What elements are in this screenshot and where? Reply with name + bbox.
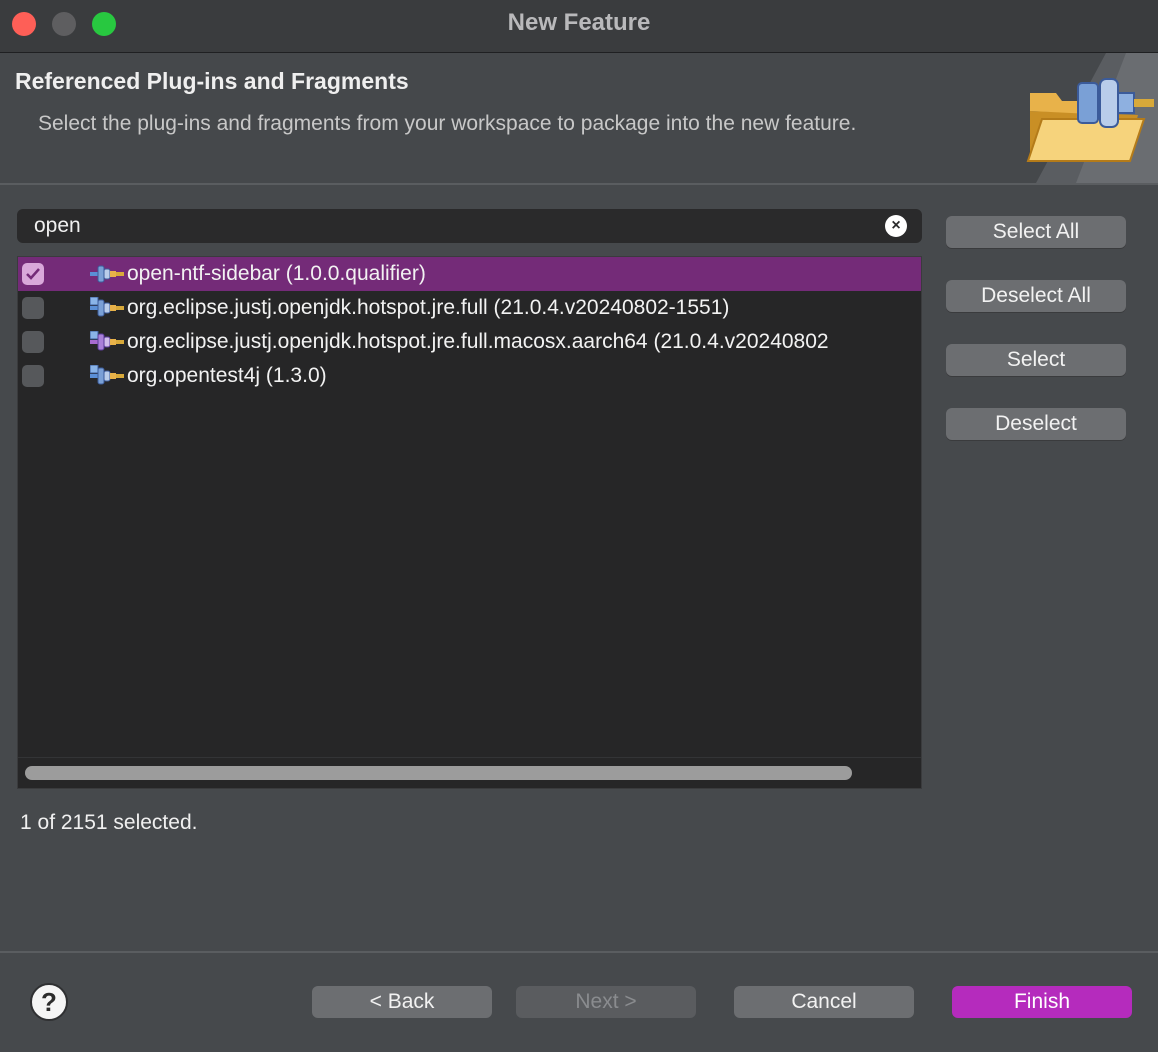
plugin-jar-icon [90, 297, 124, 317]
list-item[interactable]: open-ntf-sidebar (1.0.0.qualifier) [18, 257, 921, 291]
back-button[interactable]: < Back [312, 986, 492, 1018]
filter-field: × [17, 209, 922, 243]
item-label: org.eclipse.justj.openjdk.hotspot.jre.fu… [127, 296, 730, 319]
item-label: org.opentest4j (1.3.0) [127, 364, 327, 387]
finish-button[interactable]: Finish [952, 986, 1132, 1018]
plugin-list[interactable]: open-ntf-sidebar (1.0.0.qualifier) org.e… [17, 256, 922, 789]
wizard-header: Referenced Plug-ins and Fragments Select… [0, 53, 1158, 185]
item-checkbox[interactable] [22, 263, 44, 285]
filter-input[interactable] [17, 209, 867, 243]
plugin-icon [90, 265, 124, 283]
deselect-all-button[interactable]: Deselect All [946, 280, 1126, 312]
item-checkbox[interactable] [22, 297, 44, 319]
plugin-jar-icon [90, 365, 124, 385]
item-label: org.eclipse.justj.openjdk.hotspot.jre.fu… [127, 330, 829, 353]
footer-divider [0, 951, 1158, 953]
selection-status: 1 of 2151 selected. [20, 811, 198, 834]
deselect-button[interactable]: Deselect [946, 408, 1126, 440]
window-title: New Feature [507, 9, 651, 36]
help-icon[interactable]: ? [30, 983, 68, 1021]
next-button[interactable]: Next > [516, 986, 696, 1018]
list-item[interactable]: org.eclipse.justj.openjdk.hotspot.jre.fu… [18, 291, 921, 325]
feature-folder-icon [1026, 53, 1158, 183]
list-item[interactable]: org.eclipse.justj.openjdk.hotspot.jre.fu… [18, 325, 921, 359]
list-item[interactable]: org.opentest4j (1.3.0) [18, 359, 921, 393]
select-all-button[interactable]: Select All [946, 216, 1126, 248]
clear-filter-icon[interactable]: × [885, 215, 907, 237]
horizontal-scrollbar[interactable] [18, 757, 921, 788]
select-button[interactable]: Select [946, 344, 1126, 376]
fragment-jar-icon [90, 331, 124, 351]
checkmark-icon [26, 268, 40, 280]
item-checkbox[interactable] [22, 331, 44, 353]
cancel-button[interactable]: Cancel [734, 986, 914, 1018]
title-bar: New Feature [0, 0, 1158, 53]
scrollbar-thumb[interactable] [25, 766, 852, 780]
page-description: Select the plug-ins and fragments from y… [38, 112, 857, 135]
page-title: Referenced Plug-ins and Fragments [15, 68, 409, 94]
item-checkbox[interactable] [22, 365, 44, 387]
item-label: open-ntf-sidebar (1.0.0.qualifier) [127, 262, 426, 285]
